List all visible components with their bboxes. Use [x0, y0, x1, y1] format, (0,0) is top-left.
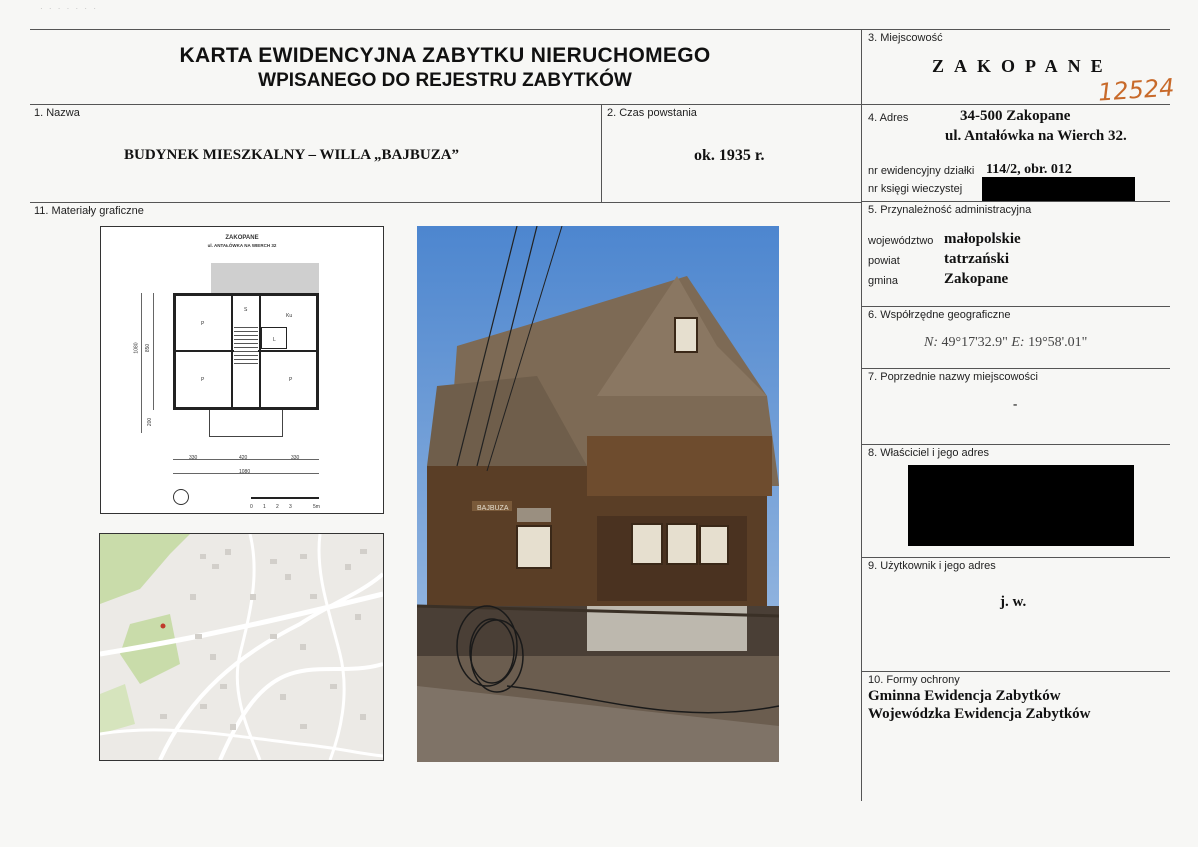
- north-arrow-icon: [173, 489, 189, 505]
- county-value: tatrzański: [944, 251, 1009, 267]
- scale-tick-3: 3: [289, 504, 292, 510]
- dim-top-3: 330: [291, 455, 300, 461]
- header-divider: [30, 104, 862, 105]
- handwritten-register-number: 12524: [1097, 73, 1176, 107]
- r-divider-4: [862, 368, 1170, 369]
- scale-tick-1: 1: [263, 504, 266, 510]
- address-line2: ul. Antałówka na Wierch 32.: [945, 128, 1127, 144]
- address-line1: 34-500 Zakopane: [960, 108, 1071, 124]
- dim-line-side-outer: [141, 293, 142, 433]
- card-title-line2: WPISANEGO DO REJESTRU ZABYTKÓW: [258, 70, 632, 91]
- scale-tick-5m: 5m: [313, 504, 320, 510]
- user-value: j. w.: [1000, 594, 1027, 610]
- plan-wall-inner-left: [231, 293, 233, 410]
- parcel-value: 114/2, obr. 012: [986, 162, 1072, 177]
- name-date-divider: [601, 104, 602, 202]
- county-label: powiat: [868, 255, 900, 267]
- room-label-5: P: [201, 377, 205, 383]
- floor-plan: ZAKOPANE ul. ANTAŁÓWKA NA WIERCH 32 P S …: [100, 226, 384, 514]
- name-value: BUDYNEK MIESZKALNY – WILLA „BAJBUZA”: [124, 147, 460, 163]
- top-border: [30, 29, 1170, 30]
- room-label-1: P: [201, 321, 205, 327]
- room-label-4: L: [273, 337, 276, 343]
- dim-line-side-inner: [153, 293, 154, 410]
- scale-tick-2: 2: [276, 504, 279, 510]
- protection-line2: Wojewódzka Ewidencja Zabytków: [868, 706, 1091, 722]
- plan-subtitle: ul. ANTAŁÓWKA NA WIERCH 32: [207, 243, 277, 248]
- dim-side-2: 850: [145, 343, 152, 353]
- redacted-land-register: [982, 177, 1135, 201]
- commune-value: Zakopane: [944, 271, 1009, 287]
- date-value: ok. 1935 r.: [694, 147, 765, 164]
- lon-label: E:: [1011, 335, 1025, 350]
- coordinates-label: 6. Współrzędne geograficzne: [868, 309, 1011, 321]
- dim-top-1: 330: [189, 455, 198, 461]
- plan-stairs: [234, 327, 258, 367]
- location-map: [99, 533, 384, 761]
- previous-names-label: 7. Poprzednie nazwy miejscowości: [868, 371, 1038, 383]
- r-divider-2: [862, 201, 1170, 202]
- dim-side-3: 200: [147, 417, 154, 427]
- commune-label: gmina: [868, 275, 898, 287]
- scale-tick-0: 0: [250, 504, 253, 510]
- dim-side-1: 1080: [133, 342, 140, 354]
- coordinates-value: N: 49°17'32.9" E: 19°58'.01": [924, 335, 1087, 351]
- plan-roof-area: [211, 263, 319, 293]
- registry-card: · · · · · · · KARTA EWIDENCYJNA ZABYTKU …: [0, 0, 1198, 847]
- building-photo: BAJBUZA: [417, 226, 779, 762]
- photo-sign-text: BAJBUZA: [477, 505, 509, 512]
- name-label: 1. Nazwa: [34, 107, 80, 119]
- card-title-line1: KARTA EWIDENCYJNA ZABYTKU NIERUCHOMEGO: [179, 44, 711, 67]
- r-divider-3: [862, 306, 1170, 307]
- plan-porch: [209, 410, 283, 437]
- protection-line1: Gminna Ewidencja Zabytków: [868, 688, 1061, 704]
- room-label-2: S: [244, 307, 248, 313]
- plan-wall-inner-right: [259, 293, 261, 410]
- room-label-6: P: [289, 377, 293, 383]
- graphics-label: 11. Materiały graficzne: [34, 205, 144, 217]
- protection-label: 10. Formy ochrony: [868, 674, 960, 686]
- plan-wall-top: [173, 293, 319, 296]
- admin-label: 5. Przynależność administracyjna: [868, 204, 1032, 216]
- locality-value: ZAKOPANE: [932, 56, 1113, 76]
- room-label-3: Ku: [286, 313, 293, 319]
- lat-value: 49°17'32.9": [941, 335, 1008, 350]
- graphics-divider: [30, 202, 862, 203]
- r-divider-6: [862, 557, 1170, 558]
- previous-names-value: -: [1013, 396, 1018, 411]
- owner-label: 8. Właściciel i jego adres: [868, 447, 990, 459]
- right-column-divider: [861, 29, 862, 801]
- scale-bar: [251, 497, 319, 499]
- lat-label: N:: [924, 335, 938, 350]
- plan-title: ZAKOPANE: [225, 235, 259, 241]
- dim-total: 1080: [239, 469, 251, 475]
- user-label: 9. Użytkownik i jego adres: [868, 560, 996, 572]
- address-label: 4. Adres: [868, 112, 909, 124]
- voivodeship-value: małopolskie: [944, 231, 1021, 247]
- locality-label: 3. Miejscowość: [868, 32, 943, 44]
- r-divider-5: [862, 444, 1170, 445]
- parcel-label: nr ewidencyjny działki: [868, 165, 975, 177]
- date-label: 2. Czas powstania: [607, 107, 697, 119]
- dim-top-2: 420: [239, 455, 248, 461]
- r-divider-7: [862, 671, 1170, 672]
- land-register-label: nr księgi wieczystej: [868, 183, 963, 195]
- photo-graphic: BAJBUZA: [417, 226, 779, 762]
- lon-value: 19°58'.01": [1028, 335, 1088, 350]
- scan-artifact: · · · · · · ·: [40, 4, 98, 13]
- redacted-owner: [908, 465, 1134, 546]
- voivodeship-label: województwo: [868, 235, 934, 247]
- map-graphic: [100, 534, 383, 760]
